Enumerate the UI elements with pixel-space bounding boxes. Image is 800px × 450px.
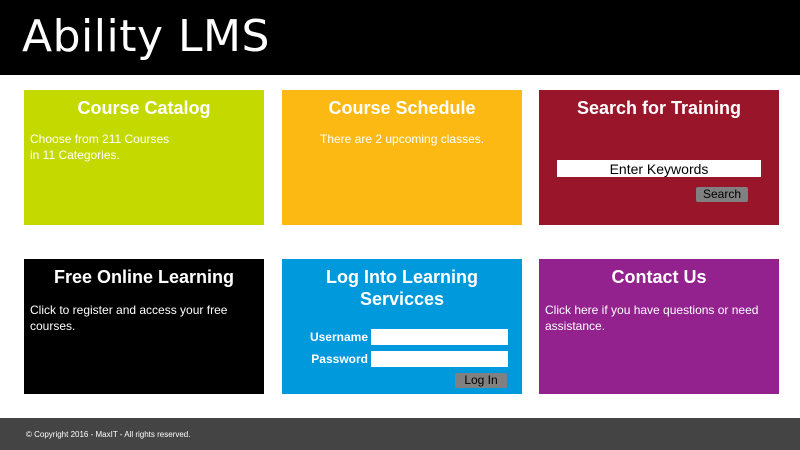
login-title: Log Into Learning Servicces <box>326 267 478 309</box>
login-button[interactable]: Log In <box>455 373 507 388</box>
course-catalog-text: Choose from 211 Courses in 11 Categories… <box>30 131 250 163</box>
course-catalog-tile[interactable]: Course Catalog Choose from 211 Courses i… <box>24 90 264 225</box>
course-count-text: Choose from 211 Courses <box>30 132 170 146</box>
contact-us-title: Contact Us <box>611 267 707 287</box>
contact-us-tile[interactable]: Contact Us Click here if you have questi… <box>539 259 779 394</box>
password-label: Password <box>311 352 368 366</box>
username-field[interactable] <box>371 329 508 345</box>
username-label: Username <box>309 330 368 344</box>
search-button[interactable]: Search <box>696 187 748 202</box>
course-catalog-title: Course Catalog <box>77 98 211 118</box>
course-schedule-tile[interactable]: Course Schedule There are 2 upcoming cla… <box>282 90 522 225</box>
password-field[interactable] <box>371 351 508 367</box>
copyright-text: © Copyright 2016 - MaxIT - All rights re… <box>26 430 191 439</box>
free-online-learning-tile[interactable]: Free Online Learning Click to register a… <box>24 259 264 394</box>
upcoming-classes-text: There are 2 upcoming classes. <box>320 132 485 146</box>
contact-us-text: Click here if you have questions or need… <box>545 303 759 333</box>
free-online-learning-text: Click to register and access your free c… <box>30 303 228 333</box>
free-online-learning-title: Free Online Learning <box>53 267 235 287</box>
header-bar: Ability LMS <box>0 0 800 75</box>
search-training-title: Search for Training <box>576 98 742 118</box>
course-schedule-title: Course Schedule <box>328 98 476 118</box>
category-count-text: in 11 Categories. <box>30 148 120 162</box>
footer-bar: © Copyright 2016 - MaxIT - All rights re… <box>0 418 800 450</box>
app-title: Ability LMS <box>22 11 270 62</box>
keywords-input[interactable] <box>557 160 761 177</box>
search-training-tile: Search for Training Search <box>539 90 779 225</box>
login-tile: Log Into Learning Servicces Username Pas… <box>282 259 522 394</box>
